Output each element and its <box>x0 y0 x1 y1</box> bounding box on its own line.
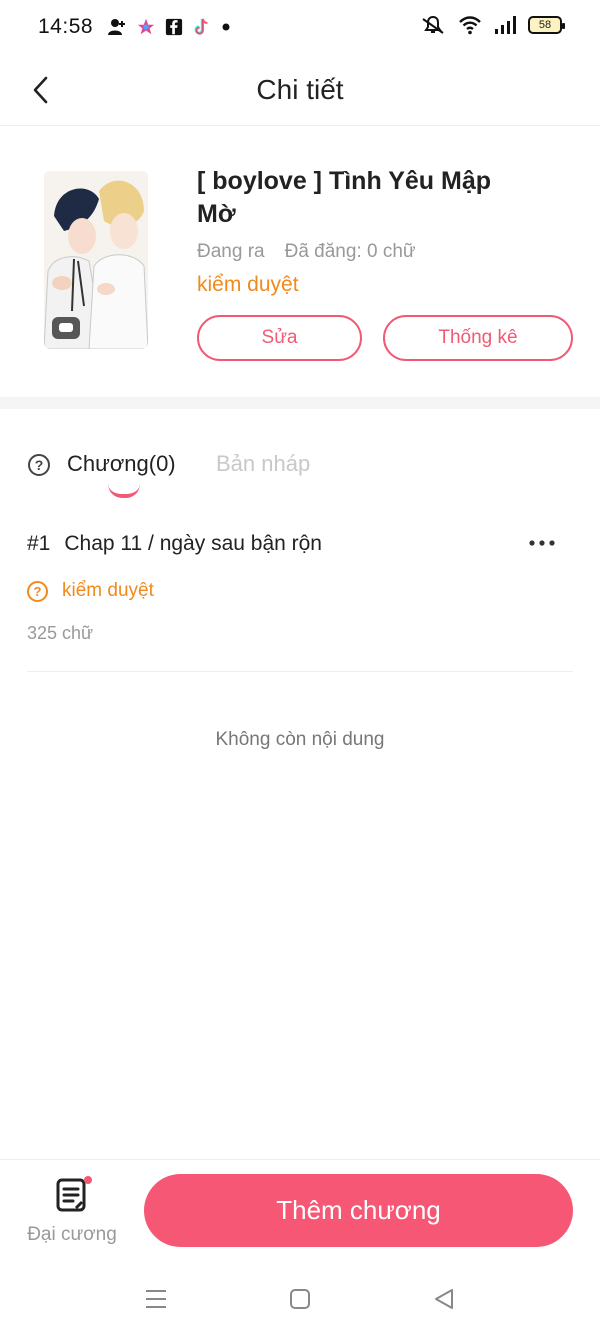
chapter-tabs: ? Chương(0) Bản nháp <box>0 440 600 500</box>
home-square-icon <box>290 1289 310 1309</box>
wifi-icon <box>459 16 481 35</box>
home-nav-button[interactable] <box>284 1283 316 1315</box>
notification-dot <box>84 1176 92 1184</box>
tiktok-icon <box>194 18 208 35</box>
battery-icon: 58 <box>528 16 565 34</box>
book-state: Đang ra <box>197 241 265 262</box>
bottom-action-bar: Đại cương Thêm chương <box>0 1159 600 1263</box>
outline-label: Đại cương <box>27 1224 117 1245</box>
facebook-icon <box>165 18 183 36</box>
add-chapter-button[interactable]: Thêm chương <box>144 1174 573 1247</box>
status-bar: 14:58 58 <box>0 0 600 54</box>
menu-nav-button[interactable] <box>140 1283 172 1315</box>
notification-icons <box>107 17 231 37</box>
chapter-status-label: kiểm duyệt <box>62 580 154 601</box>
system-icons: 58 <box>420 14 565 36</box>
status-time: 14:58 <box>38 15 94 38</box>
app-header: Chi tiết <box>0 54 600 126</box>
back-nav-button[interactable] <box>428 1283 460 1315</box>
section-divider <box>0 397 600 409</box>
book-meta: Đang ra Đã đăng: 0 chữ <box>197 241 416 263</box>
edit-button[interactable]: Sửa <box>197 315 362 361</box>
book-title: [ boylove ] Tình Yêu Mập Mờ <box>197 167 492 228</box>
book-review-status: kiểm duyệt <box>197 273 299 296</box>
review-help-icon: ? <box>27 580 48 602</box>
tab-chapters[interactable]: Chương(0) <box>67 451 176 477</box>
tab-active-indicator <box>108 484 140 498</box>
more-options-button[interactable] <box>525 528 559 558</box>
book-cover[interactable] <box>44 171 148 349</box>
chapter-list-item[interactable]: #1 Chap 11 / ngày sau bận rộn ? kiểm duy… <box>27 512 573 672</box>
chapter-word-count: 325 chữ <box>27 623 94 643</box>
menu-icon <box>146 1290 166 1308</box>
chapter-status: ? kiểm duyệt <box>27 580 154 602</box>
back-triangle-icon <box>435 1289 453 1309</box>
star-app-icon <box>137 18 155 35</box>
contact-add-icon <box>108 19 126 35</box>
signal-icon <box>495 16 516 34</box>
statistics-button[interactable]: Thống kê <box>383 315 573 361</box>
more-horizontal-icon <box>529 540 555 546</box>
system-navigation-bar <box>0 1263 600 1333</box>
chapter-number: #1 <box>27 532 51 555</box>
page-title: Chi tiết <box>256 74 344 105</box>
vibrate-icon <box>422 15 444 34</box>
book-info-card: [ boylove ] Tình Yêu Mập Mờ Đang ra Đã đ… <box>0 127 600 397</box>
dot-icon <box>222 23 230 31</box>
chapter-title-row: #1 Chap 11 / ngày sau bận rộn <box>27 532 322 556</box>
book-word-count: Đã đăng: 0 chữ <box>284 241 416 262</box>
comment-icon <box>52 317 80 339</box>
help-icon[interactable]: ? <box>28 454 50 476</box>
end-of-list-text: Không còn nội dung <box>215 729 385 750</box>
chapter-title: Chap 11 / ngày sau bận rộn <box>64 532 322 555</box>
battery-level: 58 <box>538 19 552 31</box>
outline-document-icon <box>56 1178 86 1212</box>
tab-drafts[interactable]: Bản nháp <box>216 451 310 477</box>
outline-button[interactable]: Đại cương <box>22 1176 122 1252</box>
